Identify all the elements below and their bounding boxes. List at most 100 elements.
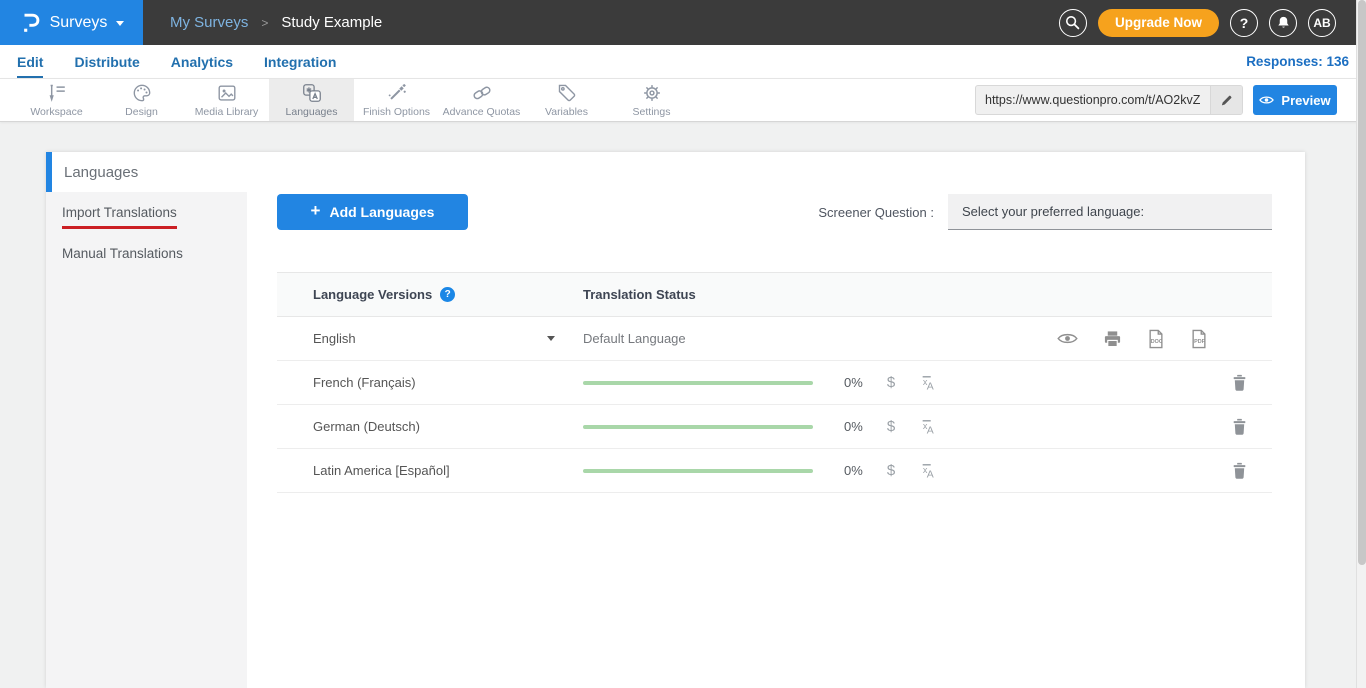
translation-quote-button[interactable]: $ xyxy=(882,462,900,479)
language-name-cell: Latin America [Español] xyxy=(277,463,583,478)
trash-icon xyxy=(1232,418,1247,436)
survey-nav: Edit Distribute Analytics Integration Re… xyxy=(0,45,1366,78)
page-scrollbar xyxy=(1356,0,1366,688)
sidebar-item-manual-translations[interactable]: Manual Translations xyxy=(62,246,231,261)
tab-distribute[interactable]: Distribute xyxy=(74,45,139,78)
table-row-latin-america: Latin America [Español] 0% $ x A xyxy=(277,449,1272,493)
export-pdf-button[interactable]: PDF xyxy=(1190,329,1208,349)
section-titlebar[interactable]: Languages xyxy=(46,152,1305,192)
bell-icon xyxy=(1276,15,1291,31)
table-row-default-language: English Default Language xyxy=(277,317,1272,361)
pencil-icon xyxy=(1220,94,1233,107)
translation-quote-button[interactable]: $ xyxy=(882,374,900,391)
tab-analytics[interactable]: Analytics xyxy=(171,45,233,78)
export-actions: DOC PDF xyxy=(1057,329,1208,349)
languages-table: Language Versions ? Translation Status E… xyxy=(277,272,1272,493)
delete-language-button[interactable] xyxy=(1232,374,1247,392)
tab-integration[interactable]: Integration xyxy=(264,45,336,78)
language-name-cell: German (Deutsch) xyxy=(277,419,583,434)
help-icon[interactable]: ? xyxy=(440,287,455,302)
upgrade-now-button[interactable]: Upgrade Now xyxy=(1098,9,1219,37)
pdf-file-icon: PDF xyxy=(1190,329,1208,349)
page-title: Languages xyxy=(64,164,138,181)
translate-icon: x A xyxy=(916,417,935,436)
preview-button[interactable]: Preview xyxy=(1253,85,1337,115)
language-status-cell: 0% $ x A xyxy=(583,461,1272,480)
printer-icon xyxy=(1103,330,1122,348)
help-button[interactable]: ? xyxy=(1230,9,1258,37)
design-icon xyxy=(131,82,153,104)
active-section-indicator xyxy=(46,152,52,192)
default-language-name: English xyxy=(313,331,356,346)
view-survey-button[interactable] xyxy=(1057,332,1078,345)
column-translation-status: Translation Status xyxy=(583,287,1272,302)
top-bar: Surveys My Surveys > Study Example Upgra… xyxy=(0,0,1366,45)
language-dropdown-icon[interactable] xyxy=(547,336,555,341)
export-doc-button[interactable]: DOC xyxy=(1147,329,1165,349)
translate-icon: x A xyxy=(916,461,935,480)
svg-text:A: A xyxy=(927,470,934,480)
delete-language-button[interactable] xyxy=(1232,462,1247,480)
toolbar-item-design[interactable]: Design xyxy=(99,79,184,121)
toolbar-item-languages[interactable]: Languages xyxy=(269,79,354,121)
survey-url-group xyxy=(975,85,1243,115)
delete-language-button[interactable] xyxy=(1232,418,1247,436)
svg-text:A: A xyxy=(927,426,934,436)
avatar-initials: AB xyxy=(1313,16,1330,30)
notifications-button[interactable] xyxy=(1269,9,1297,37)
breadcrumb-current: Study Example xyxy=(281,14,382,31)
translation-progress-bar xyxy=(583,469,813,473)
table-row-french: French (Français) 0% $ x A xyxy=(277,361,1272,405)
svg-text:DOC: DOC xyxy=(1151,339,1163,345)
languages-icon xyxy=(301,82,323,104)
toolbar-item-settings[interactable]: Settings xyxy=(609,79,694,121)
add-languages-button[interactable]: + Add Languages xyxy=(277,194,468,230)
toolbar-item-workspace[interactable]: Workspace xyxy=(14,79,99,121)
column-language-versions: Language Versions ? xyxy=(277,287,583,302)
responses-count-link[interactable]: Responses: 136 xyxy=(1246,54,1349,69)
toolbar-right: Preview xyxy=(975,79,1366,121)
toolbar-item-variables[interactable]: Variables xyxy=(524,79,609,121)
translation-quote-button[interactable]: $ xyxy=(882,418,900,435)
translate-button[interactable]: x A xyxy=(916,417,935,436)
breadcrumb: My Surveys > Study Example xyxy=(170,14,382,31)
translation-progress-bar xyxy=(583,381,813,385)
content-area: Languages Import Translations Manual Tra… xyxy=(0,122,1366,688)
toolbar-item-finish-options[interactable]: Finish Options xyxy=(354,79,439,121)
languages-sidebar: Import Translations Manual Translations xyxy=(46,192,247,688)
print-survey-button[interactable] xyxy=(1103,330,1122,348)
survey-url-input[interactable] xyxy=(976,86,1210,114)
sidebar-item-import-translations[interactable]: Import Translations xyxy=(62,205,231,229)
svg-text:PDF: PDF xyxy=(1194,339,1205,345)
svg-text:A: A xyxy=(927,382,934,392)
eye-icon xyxy=(1259,95,1274,105)
scrollbar-thumb[interactable] xyxy=(1358,0,1366,565)
default-language-cell: English xyxy=(277,331,583,346)
product-switcher[interactable]: Surveys xyxy=(0,0,143,45)
edit-url-button[interactable] xyxy=(1210,86,1242,114)
trash-icon xyxy=(1232,374,1247,392)
panel-header: + Add Languages Screener Question : Sele… xyxy=(277,194,1272,230)
tab-edit[interactable]: Edit xyxy=(17,45,43,78)
breadcrumb-my-surveys[interactable]: My Surveys xyxy=(170,14,248,31)
languages-panel: + Add Languages Screener Question : Sele… xyxy=(247,192,1305,688)
settings-icon xyxy=(641,82,663,104)
screener-question-label: Screener Question : xyxy=(818,205,934,220)
doc-file-icon: DOC xyxy=(1147,329,1165,349)
translation-percent: 0% xyxy=(844,463,868,478)
screener-question-group: Screener Question : Select your preferre… xyxy=(818,194,1272,230)
screener-question-select[interactable]: Select your preferred language: xyxy=(948,194,1272,230)
default-language-status: Default Language xyxy=(583,331,686,346)
language-status-cell: 0% $ x A xyxy=(583,373,1272,392)
toolbar-item-media-library[interactable]: Media Library xyxy=(184,79,269,121)
default-language-status-cell: Default Language xyxy=(583,329,1272,349)
avatar[interactable]: AB xyxy=(1308,9,1336,37)
plus-icon: + xyxy=(311,201,321,221)
questionpro-logo-icon xyxy=(19,11,41,35)
toolbar-item-advance-quotas[interactable]: Advance Quotas xyxy=(439,79,524,121)
breadcrumb-separator-icon: > xyxy=(261,16,268,30)
translate-button[interactable]: x A xyxy=(916,373,935,392)
translation-percent: 0% xyxy=(844,375,868,390)
translate-button[interactable]: x A xyxy=(916,461,935,480)
search-button[interactable] xyxy=(1059,9,1087,37)
